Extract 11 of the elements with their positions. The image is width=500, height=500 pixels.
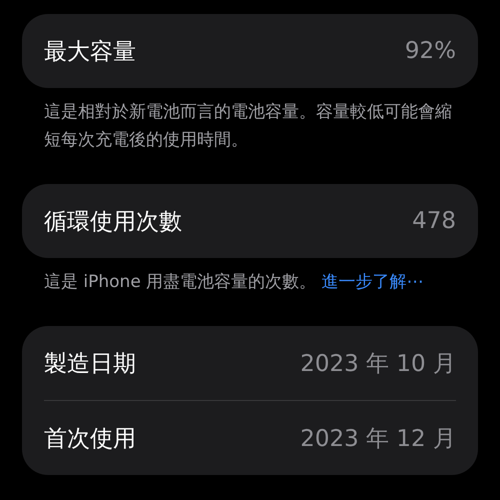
row-label: 循環使用次數 xyxy=(44,208,182,236)
row-value: 478 xyxy=(412,208,456,234)
row-label: 首次使用 xyxy=(44,424,136,454)
row-label: 製造日期 xyxy=(44,350,136,378)
footer-text: 這是相對於新電池而言的電池容量。容量較低可能會縮短每次充電後的使用時間。 xyxy=(43,101,453,152)
row-value: 92% xyxy=(404,38,456,64)
learn-more-link[interactable]: 進一步了解⋯ xyxy=(322,272,424,292)
footer-text: 這是 iPhone 用盡電池容量的次數。 進一步了解⋯ xyxy=(43,271,425,294)
row-label: 最大容量 xyxy=(44,38,136,66)
row-value: 2023 年 10 月 xyxy=(300,350,456,378)
row-value: 2023 年 12 月 xyxy=(300,424,456,454)
